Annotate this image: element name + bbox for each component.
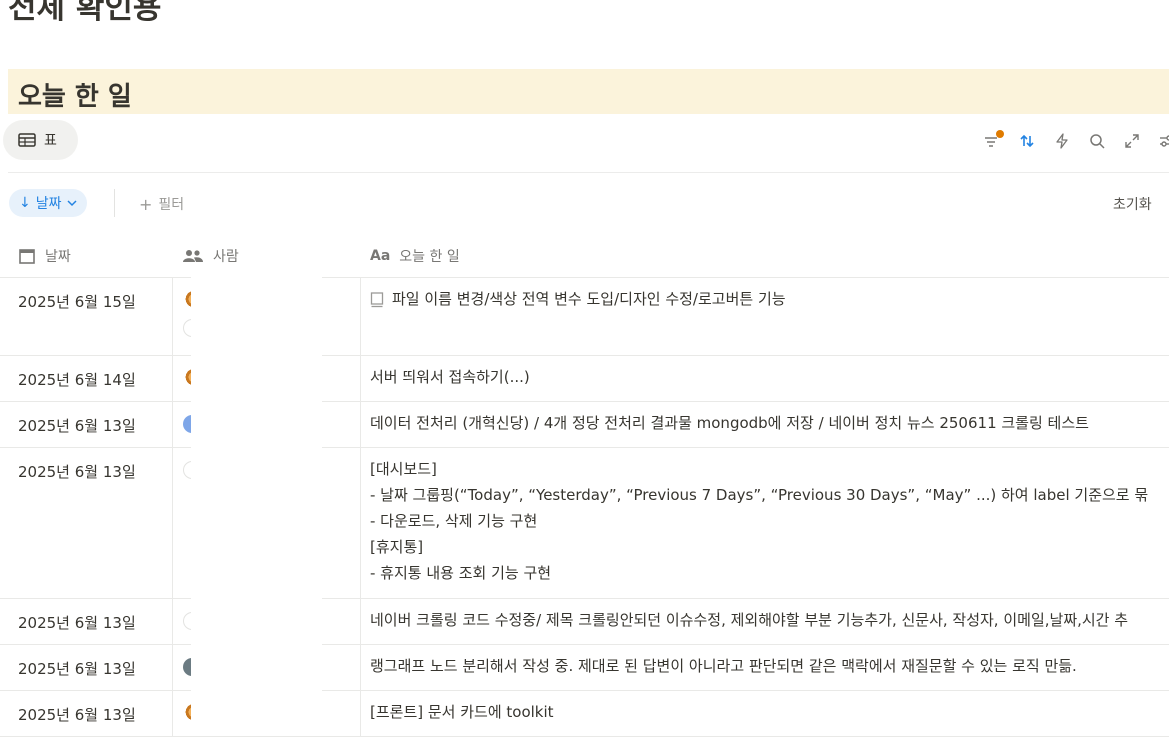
- callout-heading: 오늘 한 일: [8, 69, 1169, 114]
- task-line: - 다운로드, 삭제 기능 구현: [370, 512, 538, 530]
- date-cell[interactable]: 2025년 6월 15일: [18, 291, 136, 312]
- table-row[interactable]: 2025년 6월 13일 데이터 전처리 (개혁신당) / 4개 정당 전처리 결…: [0, 401, 1169, 448]
- view-tab-table[interactable]: 표: [3, 120, 78, 160]
- view-toolbar: [980, 129, 1169, 153]
- sort-chip-date[interactable]: ↓ 날짜: [9, 189, 87, 217]
- text-type-icon: Aa: [370, 247, 391, 264]
- task-cell[interactable]: [대시보드] - 날짜 그룹핑(“Today”, “Yesterday”, “Pr…: [370, 456, 1148, 586]
- person-cell-mask: [191, 355, 322, 401]
- column-label-date: 날짜: [45, 248, 71, 265]
- settings-icon[interactable]: [1155, 129, 1169, 153]
- task-line: 파일 이름 변경/색상 전역 변수 도입/디자인 수정/로고버튼 기능: [370, 286, 786, 312]
- filter-icon[interactable]: [980, 129, 1004, 153]
- person-cell-mask: [191, 690, 322, 736]
- task-cell[interactable]: 데이터 전처리 (개혁신당) / 4개 정당 전처리 결과물 mongodb에 …: [370, 410, 1089, 436]
- chevron-down-icon: [66, 195, 77, 211]
- person-cell-mask: [191, 644, 322, 690]
- task-cell[interactable]: 서버 띄워서 접속하기(...): [370, 364, 530, 390]
- sort-chip-label: 날짜: [35, 196, 62, 212]
- task-line: [대시보드]: [370, 460, 437, 478]
- page-icon: [370, 291, 384, 307]
- person-cell-mask: [191, 401, 322, 447]
- task-line: 서버 띄워서 접속하기(...): [370, 368, 530, 386]
- task-cell[interactable]: 랭그래프 노드 분리해서 작성 중. 제대로 된 답변이 아니라고 판단되면 같…: [370, 653, 1077, 679]
- view-tab-label: 표: [44, 133, 57, 149]
- task-line: - 휴지통 내용 조회 기능 구현: [370, 564, 552, 582]
- date-cell[interactable]: 2025년 6월 13일: [18, 704, 136, 725]
- person-cell[interactable]: [172, 644, 361, 690]
- table-row[interactable]: 2025년 6월 13일 랭그래프 노드 분리해서 작성 중. 제대로 된 답변이…: [0, 644, 1169, 691]
- person-cell[interactable]: [172, 690, 361, 736]
- task-line: - 날짜 그룹핑(“Today”, “Yesterday”, “Previous…: [370, 486, 1149, 504]
- search-icon[interactable]: [1085, 129, 1109, 153]
- column-label-task: 오늘 한 일: [399, 248, 460, 265]
- filter-separator: [114, 189, 115, 217]
- date-cell[interactable]: 2025년 6월 13일: [18, 461, 136, 482]
- date-cell[interactable]: 2025년 6월 13일: [18, 612, 136, 633]
- person-cell[interactable]: [172, 401, 361, 447]
- task-line: [프론트] 문서 카드에 toolkit: [370, 703, 554, 721]
- table-row[interactable]: 2025년 6월 13일 네이버 크롤링 코드 수정중/ 제목 크롤링안되던 이슈…: [0, 598, 1169, 645]
- task-line: [휴지통]: [370, 538, 424, 556]
- person-cell-mask: [191, 447, 322, 598]
- date-cell[interactable]: 2025년 6월 13일: [18, 658, 136, 679]
- person-cell-mask: [191, 598, 322, 644]
- expand-icon[interactable]: [1120, 129, 1144, 153]
- plus-icon: +: [139, 194, 153, 214]
- add-filter-label: 필터: [158, 197, 185, 213]
- people-icon: [182, 248, 204, 264]
- task-text: 파일 이름 변경/색상 전역 변수 도입/디자인 수정/로고버튼 기능: [392, 290, 786, 308]
- task-line: 데이터 전처리 (개혁신당) / 4개 정당 전처리 결과물 mongodb에 …: [370, 414, 1089, 432]
- person-cell[interactable]: [172, 355, 361, 401]
- table-row[interactable]: 2025년 6월 13일 [프론트] 문서 카드에 toolkit: [0, 690, 1169, 737]
- automation-icon[interactable]: [1050, 129, 1074, 153]
- date-cell[interactable]: 2025년 6월 13일: [18, 415, 136, 436]
- callout-text: 오늘 한 일: [18, 82, 132, 112]
- filter-active-dot: [996, 130, 1004, 138]
- table-row[interactable]: 2025년 6월 15일 파일 이름 변경/색상 전역 변수 도입/디자인 수정/…: [0, 277, 1169, 356]
- column-header-person[interactable]: 사람: [182, 234, 239, 277]
- arrow-down-icon: ↓: [19, 195, 31, 211]
- person-cell-mask: [191, 277, 322, 355]
- task-cell[interactable]: [프론트] 문서 카드에 toolkit: [370, 699, 554, 725]
- task-line: 랭그래프 노드 분리해서 작성 중. 제대로 된 답변이 아니라고 판단되면 같…: [370, 657, 1077, 675]
- person-cell[interactable]: [172, 598, 361, 644]
- calendar-icon: [18, 247, 36, 265]
- person-cell[interactable]: [172, 447, 361, 598]
- table-header: 날짜 사람 Aa 오늘 한 일: [0, 234, 1169, 278]
- table-row[interactable]: 2025년 6월 14일 서버 띄워서 접속하기(...): [0, 355, 1169, 402]
- task-cell[interactable]: 파일 이름 변경/색상 전역 변수 도입/디자인 수정/로고버튼 기능: [370, 286, 786, 312]
- column-header-date[interactable]: 날짜: [18, 234, 71, 277]
- sort-icon[interactable]: [1015, 129, 1039, 153]
- person-cell[interactable]: [172, 277, 361, 355]
- column-label-person: 사람: [213, 248, 239, 265]
- reset-button[interactable]: 초기화: [1113, 194, 1152, 214]
- toolbar-divider: [8, 172, 1169, 173]
- page-title: 전체 확인용: [8, 0, 162, 26]
- table-icon: [18, 133, 36, 147]
- task-cell[interactable]: 네이버 크롤링 코드 수정중/ 제목 크롤링안되던 이슈수정, 제외해야할 부분…: [370, 607, 1128, 633]
- add-filter-button[interactable]: + 필터: [139, 194, 184, 214]
- date-cell[interactable]: 2025년 6월 14일: [18, 369, 136, 390]
- column-header-task[interactable]: Aa 오늘 한 일: [370, 234, 460, 277]
- table-row[interactable]: 2025년 6월 13일 [대시보드] - 날짜 그룹핑(“Today”, “Yes…: [0, 447, 1169, 599]
- task-line: 네이버 크롤링 코드 수정중/ 제목 크롤링안되던 이슈수정, 제외해야할 부분…: [370, 611, 1129, 629]
